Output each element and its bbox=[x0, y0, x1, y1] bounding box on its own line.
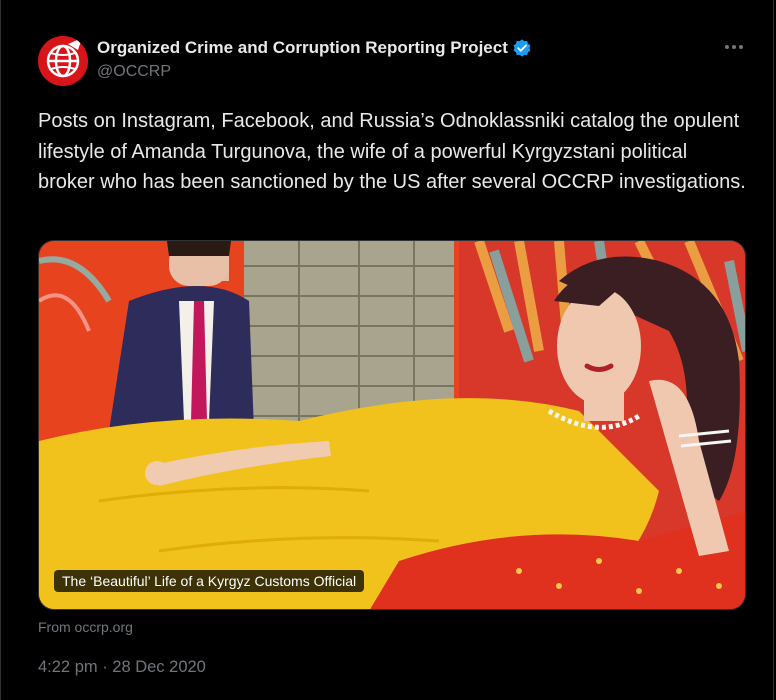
card-title: The ‘Beautiful’ Life of a Kyrgyz Customs… bbox=[54, 570, 365, 592]
tweet-timestamp[interactable]: 4:22 pm · 28 Dec 2020 bbox=[38, 658, 206, 677]
link-card-image[interactable]: The ‘Beautiful’ Life of a Kyrgyz Customs… bbox=[38, 240, 746, 610]
verified-badge-icon bbox=[513, 39, 531, 57]
avatar[interactable] bbox=[38, 36, 88, 86]
globe-logo-icon bbox=[38, 36, 88, 86]
illustration-image bbox=[39, 241, 745, 609]
tweet-card: Organized Crime and Corruption Reporting… bbox=[0, 0, 774, 700]
more-dots-icon bbox=[725, 45, 743, 49]
link-source[interactable]: From occrp.org bbox=[38, 619, 133, 635]
more-options-button[interactable] bbox=[721, 34, 747, 60]
account-name-row: Organized Crime and Corruption Reporting… bbox=[97, 38, 532, 58]
tweet-text: Posts on Instagram, Facebook, and Russia… bbox=[38, 110, 746, 193]
display-name[interactable]: Organized Crime and Corruption Reporting… bbox=[97, 38, 508, 58]
account-handle[interactable]: @OCCRP bbox=[97, 63, 171, 81]
